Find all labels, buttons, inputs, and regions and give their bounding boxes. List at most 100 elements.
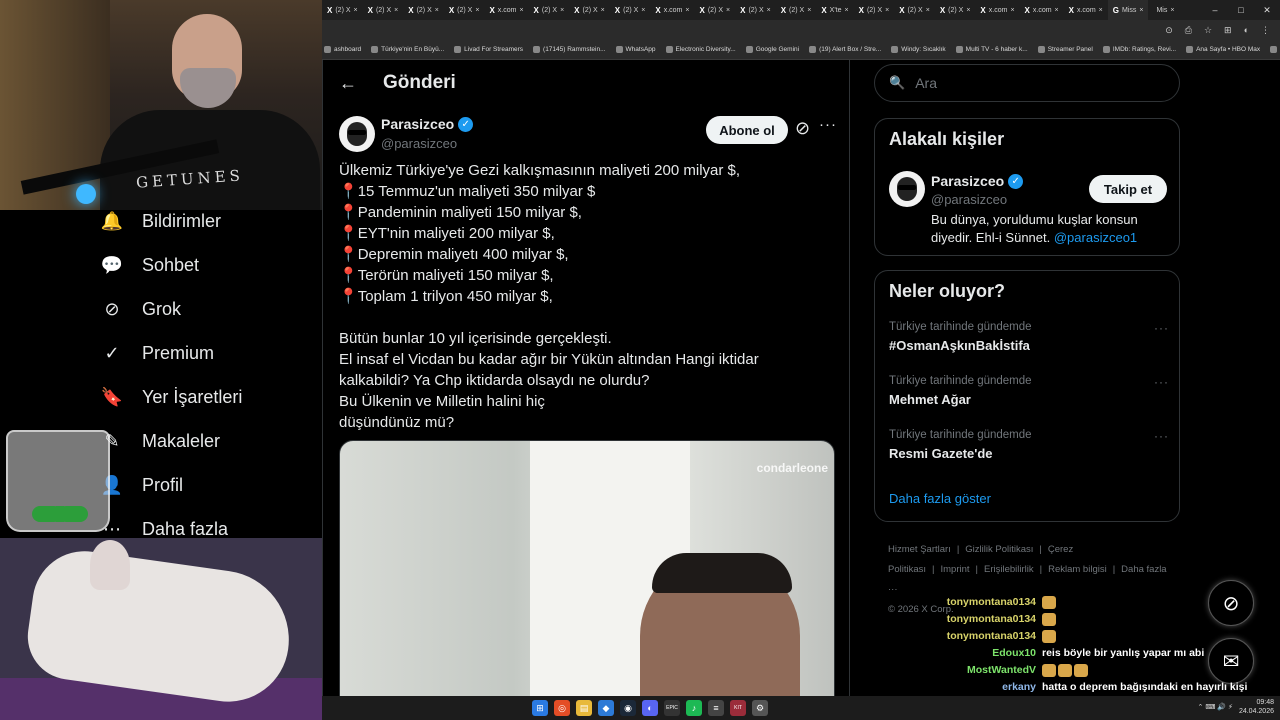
author-name[interactable]: Parasizceo ✓: [381, 116, 474, 132]
search-box[interactable]: 🔍: [874, 64, 1180, 102]
clock[interactable]: 09:48 24.04.2026: [1239, 698, 1274, 716]
trend-item[interactable]: Türkiye tarihinde gündemde Resmi Gazete'd…: [889, 429, 1169, 461]
browser-tab[interactable]: X (2) X ×: [854, 0, 895, 20]
nav-item-grok[interactable]: ⊘ Grok: [100, 291, 181, 327]
toolbar-icon[interactable]: ⎙: [1185, 25, 1192, 36]
toolbar-icon[interactable]: ☆: [1204, 25, 1212, 36]
bookmark-item[interactable]: Ana Sayfa • HBO Max: [1186, 46, 1260, 53]
browser-tab[interactable]: X (2) X ×: [403, 0, 444, 20]
tab-close-icon[interactable]: ×: [966, 7, 970, 14]
taskbar-app-icon[interactable]: ⊞: [532, 700, 548, 716]
related-avatar[interactable]: [889, 171, 925, 207]
tab-close-icon[interactable]: ×: [1170, 7, 1174, 14]
bookmark-item[interactable]: IMDb: Ratings, Revi...: [1102, 46, 1176, 53]
bookmark-item[interactable]: Livad For Streamers: [454, 46, 523, 53]
bookmark-item[interactable]: (19) Alert Box / Stre...: [809, 46, 881, 53]
tab-close-icon[interactable]: ×: [435, 7, 439, 14]
browser-tab[interactable]: G Miss ×: [1107, 0, 1149, 20]
browser-tab[interactable]: X (2) X ×: [776, 0, 817, 20]
footer-link[interactable]: Gizlilik Politikası: [965, 544, 1033, 555]
bookmark-item[interactable]: Google Gemini: [745, 46, 799, 53]
post-video[interactable]: condarleone: [339, 440, 835, 696]
taskbar-app-icon[interactable]: ◎: [554, 700, 570, 716]
bookmark-item[interactable]: »: [1270, 46, 1280, 53]
author-handle[interactable]: @parasizceo: [381, 136, 457, 151]
toolbar-icon[interactable]: ⊞: [1224, 25, 1232, 36]
tab-close-icon[interactable]: ×: [885, 7, 889, 14]
browser-tab[interactable]: Xx.com ×: [1020, 0, 1064, 20]
more-options-icon[interactable]: ···: [819, 116, 837, 133]
toolbar-icon[interactable]: ⋮: [1261, 25, 1270, 36]
close-window-icon[interactable]: ✕: [1254, 0, 1280, 20]
browser-tab[interactable]: Xx.com ×: [1064, 0, 1108, 20]
tab-close-icon[interactable]: ×: [519, 7, 523, 14]
tab-close-icon[interactable]: ×: [1139, 7, 1143, 14]
grok-icon[interactable]: ⊘: [795, 118, 810, 139]
tab-close-icon[interactable]: ×: [601, 7, 605, 14]
browser-tab[interactable]: X (2) X ×: [610, 0, 651, 20]
browser-tab[interactable]: X (2) X ×: [694, 0, 735, 20]
browser-tab[interactable]: X (2) X ×: [569, 0, 610, 20]
trend-more-icon[interactable]: ···: [1154, 321, 1169, 335]
tab-close-icon[interactable]: ×: [685, 7, 689, 14]
taskbar-app-icon[interactable]: ◆: [598, 700, 614, 716]
tab-close-icon[interactable]: ×: [354, 7, 358, 14]
bookmark-item[interactable]: Streamer Panel: [1037, 46, 1093, 53]
tab-close-icon[interactable]: ×: [845, 7, 849, 14]
bookmark-item[interactable]: Electronic Diversity...: [665, 46, 736, 53]
browser-tab[interactable]: X (2) X ×: [322, 0, 363, 20]
tab-close-icon[interactable]: ×: [807, 7, 811, 14]
taskbar-app-icon[interactable]: ♪: [686, 700, 702, 716]
browser-tab[interactable]: Xx.com ×: [975, 0, 1019, 20]
browser-tab[interactable]: X (2) X ×: [529, 0, 570, 20]
tab-close-icon[interactable]: ×: [475, 7, 479, 14]
tab-close-icon[interactable]: ×: [1099, 7, 1103, 14]
related-name[interactable]: Parasizceo ✓: [931, 173, 1024, 189]
taskbar-app-icon[interactable]: ⚙: [752, 700, 768, 716]
tab-close-icon[interactable]: ×: [394, 7, 398, 14]
browser-tab[interactable]: X (2) X ×: [363, 0, 404, 20]
tab-close-icon[interactable]: ×: [1010, 7, 1014, 14]
nav-item-makaleler[interactable]: ✎ Makaleler: [100, 423, 220, 459]
taskbar-app-icon[interactable]: EPIC: [664, 700, 680, 716]
browser-tab[interactable]: Mis ×: [1148, 0, 1179, 20]
show-more-link[interactable]: Daha fazla göster: [889, 491, 991, 506]
maximize-icon[interactable]: □: [1228, 0, 1254, 20]
bookmark-item[interactable]: (17145) Rammstein...: [533, 46, 606, 53]
trend-more-icon[interactable]: ···: [1154, 375, 1169, 389]
author-avatar[interactable]: [339, 116, 375, 152]
taskbar-app-icon[interactable]: ▤: [576, 700, 592, 716]
back-arrow-icon[interactable]: ←: [339, 73, 357, 94]
taskbar-app-icon[interactable]: ◉: [620, 700, 636, 716]
nav-item-bildirimler[interactable]: 🔔 Bildirimler: [100, 203, 221, 239]
footer-link[interactable]: Erişilebilirlik: [984, 564, 1034, 575]
browser-tab[interactable]: Xx.com ×: [484, 0, 528, 20]
browser-tab[interactable]: X (2) X ×: [894, 0, 935, 20]
bookmark-item[interactable]: Multi TV - 6 haber k...: [955, 46, 1028, 53]
nav-item-premium[interactable]: ✓ Premium: [100, 335, 214, 371]
browser-tab[interactable]: X (2) X ×: [735, 0, 776, 20]
trend-more-icon[interactable]: ···: [1154, 429, 1169, 443]
toolbar-icon[interactable]: ⊙: [1165, 25, 1173, 36]
browser-tab[interactable]: Xx.com ×: [650, 0, 694, 20]
taskbar-app-icon[interactable]: KIT: [730, 700, 746, 716]
taskbar-app-icon[interactable]: ◐: [642, 700, 658, 716]
nav-item-yer-i-aretleri[interactable]: 🔖 Yer İşaretleri: [100, 379, 243, 415]
nav-item-sohbet[interactable]: 💬 Sohbet: [100, 247, 199, 283]
nav-item-profil[interactable]: 👤 Profil: [100, 467, 183, 503]
trend-item[interactable]: Türkiye tarihinde gündemde Mehmet Ağar ···: [889, 375, 1169, 407]
bio-link[interactable]: @parasizceo1: [1054, 230, 1137, 245]
browser-tab[interactable]: X (2) X ×: [444, 0, 485, 20]
tab-close-icon[interactable]: ×: [1055, 7, 1059, 14]
tab-close-icon[interactable]: ×: [926, 7, 930, 14]
toolbar-icon[interactable]: ◐: [1244, 25, 1249, 35]
bookmark-item[interactable]: Windy: Sıcaklık: [891, 46, 946, 53]
minimize-icon[interactable]: –: [1202, 0, 1228, 20]
related-handle[interactable]: @parasizceo: [931, 192, 1007, 207]
browser-tab[interactable]: X X'te ×: [816, 0, 853, 20]
footer-link[interactable]: Imprint: [940, 564, 969, 575]
footer-link[interactable]: Hizmet Şartları: [888, 544, 951, 555]
search-input[interactable]: [915, 75, 1156, 91]
tab-close-icon[interactable]: ×: [767, 7, 771, 14]
taskbar-app-icon[interactable]: ≡: [708, 700, 724, 716]
